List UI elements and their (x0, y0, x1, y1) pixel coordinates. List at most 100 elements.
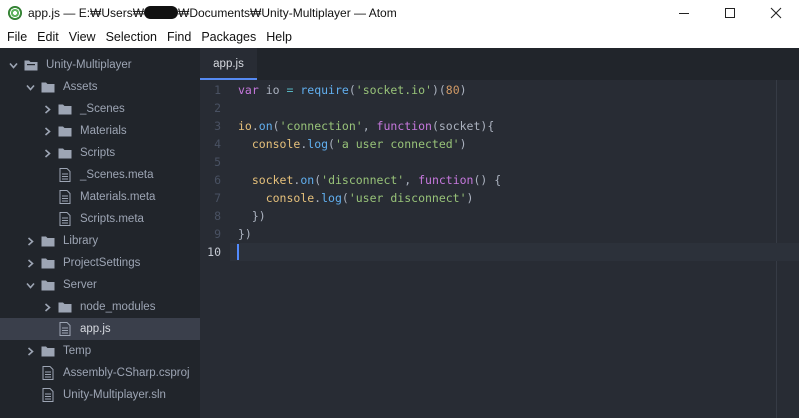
code-token: function (376, 119, 432, 133)
code-token: ( (348, 83, 356, 97)
menu-packages[interactable]: Packages (196, 26, 261, 48)
tree-item-materials[interactable]: Materials (0, 120, 200, 142)
minimize-icon (679, 13, 689, 14)
tree-item-label: Unity-Multiplayer (46, 59, 132, 71)
folder-icon (58, 300, 72, 314)
tree-item-projectsettings[interactable]: ProjectSettings (0, 252, 200, 274)
code-token: . (251, 119, 259, 133)
line-number: 1 (214, 83, 221, 97)
code-token: log (321, 191, 342, 205)
menu-file[interactable]: File (2, 26, 32, 48)
close-button[interactable] (753, 0, 799, 26)
menu-bar: File Edit View Selection Find Packages H… (0, 26, 799, 48)
folder-icon (58, 146, 72, 160)
tree-item-label: Library (63, 235, 99, 247)
tree-item-scripts[interactable]: Scripts (0, 142, 200, 164)
code-token: ( (341, 191, 349, 205)
code-token: on (300, 173, 315, 187)
folder-icon (41, 344, 55, 358)
tree-item-label: _Scenes (80, 103, 125, 115)
line-number: 5 (214, 155, 221, 169)
tree-item-unity-multiplayer[interactable]: Unity-Multiplayer (0, 54, 200, 76)
atom-logo-icon (8, 6, 22, 20)
chevron-right-icon (42, 148, 52, 158)
chevron-right-icon (42, 126, 52, 136)
tree-item-scenes-meta[interactable]: _Scenes.meta (0, 164, 200, 186)
tree-item-scripts-meta[interactable]: Scripts.meta (0, 208, 200, 230)
line-number: 10 (207, 245, 221, 259)
tab-app-js[interactable]: app.js (200, 48, 257, 80)
code-line: var io = require('socket.io')(80) (238, 81, 467, 99)
chevron-down-icon (8, 60, 18, 70)
code-token: ) (466, 191, 474, 205)
tree-item-scenes[interactable]: _Scenes (0, 98, 200, 120)
tree-item-temp[interactable]: Temp (0, 340, 200, 362)
tree-item-label: ProjectSettings (63, 257, 141, 269)
tree-item-label: Materials.meta (80, 191, 156, 203)
code-token: , (362, 119, 377, 133)
text-cursor (237, 244, 239, 260)
tree-item-unity-multiplayer-sln[interactable]: Unity-Multiplayer.sln (0, 384, 200, 406)
menu-help[interactable]: Help (261, 26, 297, 48)
window-title-prefix: app.js — E:₩Users₩ (28, 6, 145, 20)
menu-view[interactable]: View (64, 26, 101, 48)
code-token: ( (328, 137, 335, 151)
line-number: 2 (214, 101, 221, 115)
line-number: 6 (214, 173, 221, 187)
code-token: 'connection' (279, 119, 363, 133)
code-line: console.log('user disconnect') (238, 189, 474, 207)
maximize-icon (725, 8, 735, 18)
code-token: var (238, 83, 259, 97)
maximize-button[interactable] (707, 0, 753, 26)
tree-item-app-js[interactable]: app.js (0, 318, 200, 340)
close-icon (770, 7, 782, 19)
menu-selection[interactable]: Selection (101, 26, 162, 48)
tree-item-label: app.js (80, 323, 111, 335)
code-line: io.on('connection', function(socket){ (238, 117, 494, 135)
tree-item-node-modules[interactable]: node_modules (0, 296, 200, 318)
tree-item-materials-meta[interactable]: Materials.meta (0, 186, 200, 208)
code-line: console.log('a user connected') (238, 135, 467, 153)
chevron-right-icon (42, 302, 52, 312)
line-number: 9 (214, 227, 221, 241)
line-number: 3 (214, 119, 221, 133)
chevron-right-icon (42, 104, 52, 114)
file-text-icon (58, 168, 72, 182)
line-number-gutter: 1 2 3 4 5 6 7 8 9 10 (200, 80, 230, 418)
tree-item-library[interactable]: Library (0, 230, 200, 252)
code-line: }) (238, 207, 266, 225)
tree-item-server[interactable]: Server (0, 274, 200, 296)
folder-icon (41, 234, 55, 248)
tree-item-assets[interactable]: Assets (0, 76, 200, 98)
folder-icon (58, 124, 72, 138)
window-title: app.js — E:₩Users₩ ₩Documents₩Unity-Multi… (28, 6, 397, 20)
tree-item-label: _Scenes.meta (80, 169, 154, 181)
chevron-right-icon (25, 346, 35, 356)
folder-icon (41, 278, 55, 292)
tab-label: app.js (213, 58, 244, 70)
minimize-button[interactable] (661, 0, 707, 26)
menu-find[interactable]: Find (162, 26, 196, 48)
chevron-right-icon (25, 236, 35, 246)
line-number: 4 (214, 137, 221, 151)
code-line: }) (238, 225, 252, 243)
code-editor[interactable]: 1 2 3 4 5 6 7 8 9 10 var io = require('socket.io'… (200, 80, 799, 418)
code-token: ) (459, 137, 467, 151)
code-line: socket.on('disconnect', function() { (238, 171, 501, 189)
tree-item-assembly-csharp-csproj[interactable]: Assembly-CSharp.csproj (0, 362, 200, 384)
code-token: socket (251, 173, 294, 187)
tree-item-label: Scripts.meta (80, 213, 144, 225)
chevron-right-icon (25, 258, 35, 268)
file-text-icon (58, 212, 72, 226)
folder-icon (58, 102, 72, 116)
current-line-highlight (230, 243, 799, 261)
menu-edit[interactable]: Edit (32, 26, 64, 48)
code-token: }) (238, 209, 266, 223)
window-title-suffix: ₩Documents₩Unity-Multiplayer — Atom (178, 6, 397, 20)
folder-icon (41, 256, 55, 270)
